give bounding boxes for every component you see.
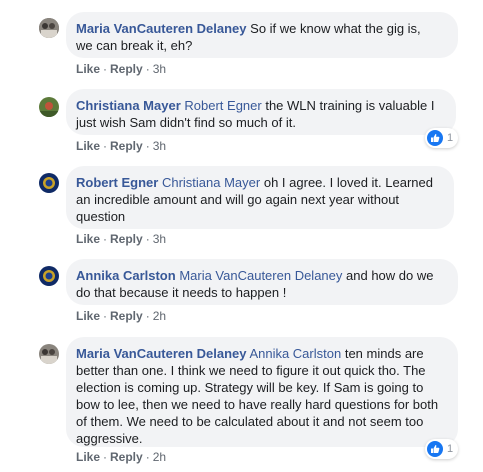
comment-mention[interactable]: Maria VanCauteren Delaney: [179, 268, 342, 283]
comment-actions: Like · Reply · 2h: [76, 309, 166, 324]
comment-bubble: Annika Carlston Maria VanCauteren Delane…: [66, 259, 458, 305]
like-button[interactable]: Like: [76, 232, 100, 246]
like-button[interactable]: Like: [76, 450, 100, 464]
comment-bubble: Robert Egner Christiana Mayer oh I agree…: [66, 166, 454, 229]
avatar[interactable]: [39, 173, 59, 193]
avatar[interactable]: [39, 266, 59, 286]
comment-mention[interactable]: Robert Egner: [184, 98, 261, 113]
like-button[interactable]: Like: [76, 139, 100, 153]
comment-text: So if we know what the gig is,: [246, 21, 421, 36]
reply-button[interactable]: Reply: [110, 139, 143, 153]
comment-author[interactable]: Robert Egner: [76, 175, 158, 190]
thumbs-up-icon: [427, 130, 443, 146]
reaction-number: 1: [447, 132, 454, 144]
like-button[interactable]: Like: [76, 62, 100, 76]
comment-timestamp[interactable]: 2h: [153, 450, 166, 464]
comment-actions: Like · Reply · 3h: [76, 62, 166, 77]
comment-author[interactable]: Maria VanCauteren Delaney: [76, 21, 247, 36]
comment-timestamp[interactable]: 3h: [153, 62, 166, 76]
separator: ·: [145, 139, 150, 153]
separator: ·: [145, 232, 150, 246]
reply-button[interactable]: Reply: [110, 62, 143, 76]
avatar[interactable]: [39, 344, 59, 364]
comment-bubble: Maria VanCauteren Delaney Annika Carlsto…: [66, 337, 458, 447]
comment-timestamp[interactable]: 3h: [153, 139, 166, 153]
comment-bubble: Maria VanCauteren Delaney So if we know …: [66, 12, 458, 58]
comment-bubble: Christiana Mayer Robert Egner the WLN tr…: [66, 89, 456, 135]
reaction-count[interactable]: 1: [425, 128, 459, 148]
thumbs-up-icon: [427, 441, 443, 457]
comment-author[interactable]: Annika Carlston: [76, 268, 176, 283]
like-button[interactable]: Like: [76, 309, 100, 323]
separator: ·: [103, 139, 108, 153]
separator: ·: [103, 62, 108, 76]
comment-mention[interactable]: Christiana Mayer: [162, 175, 260, 190]
separator: ·: [103, 232, 108, 246]
comment-timestamp[interactable]: 3h: [153, 232, 166, 246]
separator: ·: [103, 309, 108, 323]
reply-button[interactable]: Reply: [110, 309, 143, 323]
comment-actions: Like · Reply · 3h: [76, 232, 166, 247]
avatar[interactable]: [39, 18, 59, 38]
reaction-number: 1: [447, 443, 454, 455]
comment-text-line: we can break it, eh?: [76, 38, 193, 53]
separator: ·: [145, 450, 150, 464]
reply-button[interactable]: Reply: [110, 232, 143, 246]
comment-timestamp[interactable]: 2h: [153, 309, 166, 323]
separator: ·: [145, 62, 150, 76]
comment-author[interactable]: Maria VanCauteren Delaney: [76, 346, 247, 361]
comment-mention[interactable]: Annika Carlston: [249, 346, 341, 361]
comment-actions: Like · Reply · 2h: [76, 450, 166, 465]
reaction-count[interactable]: 1: [425, 439, 459, 459]
comment-author[interactable]: Christiana Mayer: [76, 98, 181, 113]
comment-actions: Like · Reply · 3h: [76, 139, 166, 154]
comment-text: ten minds are better than one. I think w…: [76, 346, 439, 446]
reply-button[interactable]: Reply: [110, 450, 143, 464]
separator: ·: [145, 309, 150, 323]
avatar[interactable]: [39, 97, 59, 117]
separator: ·: [103, 450, 108, 464]
